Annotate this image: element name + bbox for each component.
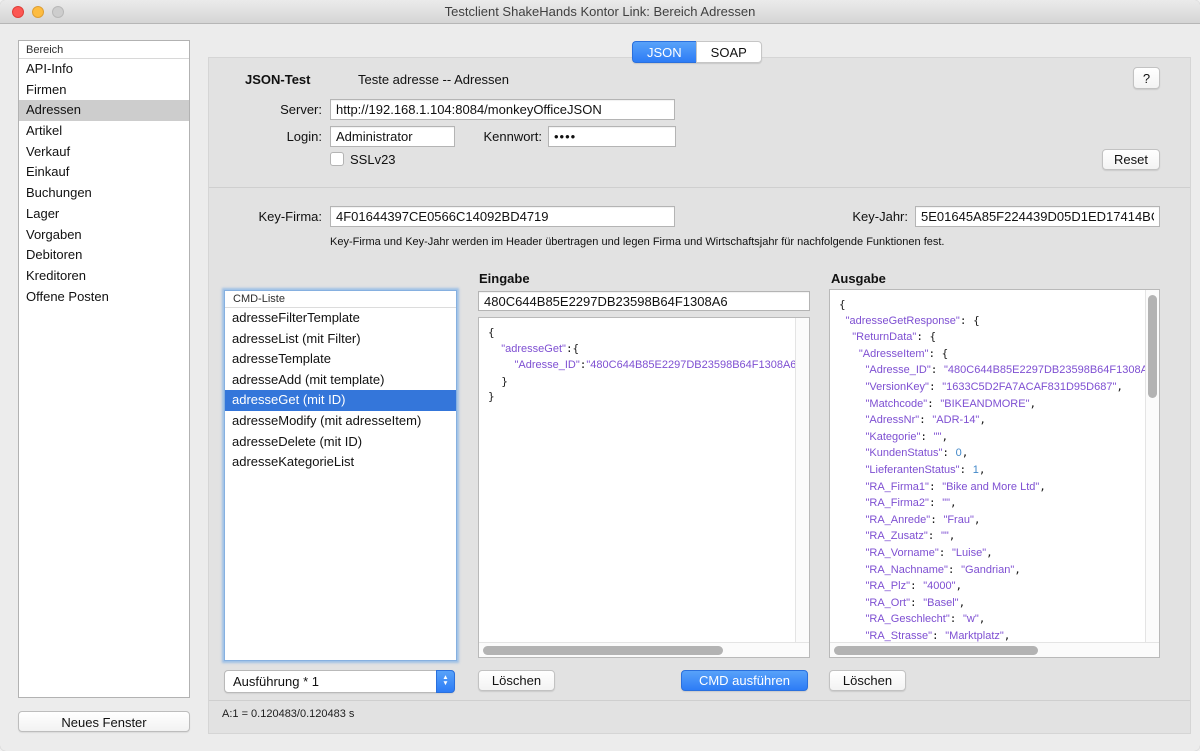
reset-button[interactable]: Reset [1102, 149, 1160, 170]
key-firma-label: Key-Firma: [230, 209, 322, 224]
scrollbar-thumb[interactable] [1148, 295, 1157, 398]
test-title: JSON-Test [245, 72, 311, 87]
ausgabe-clear-button[interactable]: Löschen [829, 670, 906, 691]
cmd-execute-button[interactable]: CMD ausführen [681, 670, 808, 691]
cmd-list-header: CMD-Liste [225, 291, 456, 308]
window-title: Testclient ShakeHands Kontor Link: Berei… [0, 4, 1200, 19]
server-input[interactable] [330, 99, 675, 120]
cmd-list-item[interactable]: adresseGet (mit ID) [225, 390, 456, 411]
execution-dropdown[interactable]: Ausführung * 1 ▲▼ [224, 670, 455, 693]
cmd-list-item[interactable]: adresseTemplate [225, 349, 456, 370]
divider [209, 187, 1190, 188]
stepper-arrows-icon: ▲▼ [436, 670, 455, 693]
sidebar-item[interactable]: API-Info [19, 59, 189, 80]
eingabe-vertical-scrollbar[interactable] [795, 318, 809, 642]
bereich-list-header: Bereich [19, 41, 189, 59]
ausgabe-horizontal-scrollbar[interactable] [830, 642, 1159, 657]
status-text: A:1 = 0.120483/0.120483 s [222, 708, 354, 720]
execution-dropdown-value: Ausführung * 1 [233, 674, 319, 689]
ausgabe-vertical-scrollbar[interactable] [1145, 290, 1159, 642]
test-subtitle: Teste adresse -- Adressen [358, 72, 509, 87]
eingabe-json-editor[interactable]: { "adresseGet":{ "Adresse_ID":"480C644B8… [478, 317, 810, 658]
cmd-list-item[interactable]: adresseDelete (mit ID) [225, 432, 456, 453]
sidebar-item[interactable]: Firmen [19, 80, 189, 101]
keys-hint: Key-Firma und Key-Jahr werden im Header … [330, 236, 944, 248]
cmd-list-items: adresseFilterTemplateadresseList (mit Fi… [225, 308, 456, 473]
protocol-tabs: JSON SOAP [632, 41, 762, 63]
key-jahr-label: Key-Jahr: [838, 209, 908, 224]
eingabe-json-code: { "adresseGet":{ "Adresse_ID":"480C644B8… [479, 318, 795, 642]
sidebar-item[interactable]: Kreditoren [19, 266, 189, 287]
sidebar-item[interactable]: Artikel [19, 121, 189, 142]
ssl-checkbox[interactable] [330, 152, 344, 166]
cmd-list-item[interactable]: adresseKategorieList [225, 452, 456, 473]
password-input[interactable] [548, 126, 676, 147]
bereich-list-items: API-InfoFirmenAdressenArtikelVerkaufEink… [19, 59, 189, 307]
eingabe-horizontal-scrollbar[interactable] [479, 642, 809, 657]
bereich-list: Bereich API-InfoFirmenAdressenArtikelVer… [18, 40, 190, 698]
divider [209, 700, 1190, 701]
cmd-list-item[interactable]: adresseModify (mit adresseItem) [225, 411, 456, 432]
sidebar-item[interactable]: Einkauf [19, 162, 189, 183]
ausgabe-label: Ausgabe [831, 271, 886, 286]
eingabe-clear-button[interactable]: Löschen [478, 670, 555, 691]
cmd-list-item[interactable]: adresseFilterTemplate [225, 308, 456, 329]
key-firma-input[interactable] [330, 206, 675, 227]
tab-soap[interactable]: SOAP [696, 41, 762, 63]
server-label: Server: [230, 102, 322, 117]
eingabe-id-input[interactable] [478, 291, 810, 311]
sidebar-item[interactable]: Vorgaben [19, 225, 189, 246]
sidebar-item[interactable]: Verkauf [19, 142, 189, 163]
app-window: Testclient ShakeHands Kontor Link: Berei… [0, 0, 1200, 751]
title-bar: Testclient ShakeHands Kontor Link: Berei… [0, 0, 1200, 24]
new-window-button[interactable]: Neues Fenster [18, 711, 190, 732]
scrollbar-thumb[interactable] [483, 646, 723, 655]
password-label: Kennwort: [462, 129, 542, 144]
cmd-list-item[interactable]: adresseList (mit Filter) [225, 329, 456, 350]
scrollbar-thumb[interactable] [834, 646, 1038, 655]
ssl-label: SSLv23 [350, 152, 396, 167]
ausgabe-json-view[interactable]: { "adresseGetResponse": { "ReturnData": … [829, 289, 1160, 658]
key-jahr-input[interactable] [915, 206, 1160, 227]
ausgabe-json-code: { "adresseGetResponse": { "ReturnData": … [830, 290, 1145, 642]
cmd-list-item[interactable]: adresseAdd (mit template) [225, 370, 456, 391]
help-button[interactable]: ? [1133, 67, 1160, 89]
sidebar-item[interactable]: Debitoren [19, 245, 189, 266]
sidebar-item[interactable]: Buchungen [19, 183, 189, 204]
sidebar-item[interactable]: Adressen [19, 100, 189, 121]
sidebar-item[interactable]: Lager [19, 204, 189, 225]
login-input[interactable] [330, 126, 455, 147]
eingabe-label: Eingabe [479, 271, 530, 286]
sidebar-item[interactable]: Offene Posten [19, 287, 189, 308]
tab-json[interactable]: JSON [632, 41, 696, 63]
login-label: Login: [230, 129, 322, 144]
cmd-list: CMD-Liste adresseFilterTemplateadresseLi… [224, 290, 457, 661]
